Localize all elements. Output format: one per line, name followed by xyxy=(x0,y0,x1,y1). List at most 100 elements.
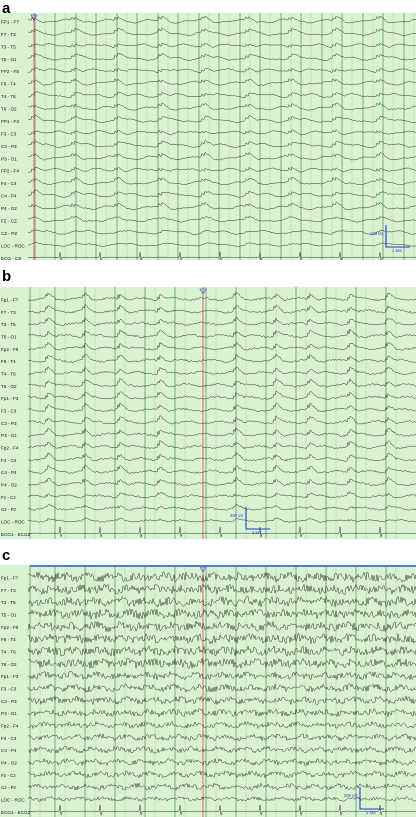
channel-label: P4 - O2 xyxy=(1,206,17,211)
channel-label: LOC - ROC xyxy=(1,243,25,248)
channel-label: FZ - CZ xyxy=(1,218,17,223)
channel-label: ECG1 - ECG2 xyxy=(1,810,31,815)
channel-trace xyxy=(27,304,416,314)
channel-label: F4 - C4 xyxy=(1,458,17,463)
eeg-chart-c: Fp1 - F7 F7 - T3 T3 - T5 T5 - O1 Fp2 - F8 F8 … xyxy=(1,565,416,817)
channel-label: T5 - O1 xyxy=(1,334,17,339)
channel-trace xyxy=(27,476,416,487)
channel-label: T4 - T6 xyxy=(1,94,16,99)
channel-trace xyxy=(27,745,416,754)
channel-label: FP1 - F7 xyxy=(1,20,19,25)
channel-trace xyxy=(27,804,416,816)
channel-label: P3 - O1 xyxy=(1,711,17,716)
eeg-panel-b: Fp1 - F7 F7 - T3 T3 - T5 T5 - O1 Fp2 - F8 F8 … xyxy=(0,287,416,539)
channel-trace xyxy=(27,427,416,438)
channel-label: C3 - P3 xyxy=(1,421,17,426)
channel-label: Fp1 - F3 xyxy=(1,674,19,679)
channel-label: Fp2 - F8 xyxy=(1,347,19,352)
channel-label: F8 - T4 xyxy=(1,637,16,642)
channel-trace xyxy=(27,683,416,693)
channel-trace xyxy=(27,632,416,645)
channel-trace xyxy=(27,595,416,608)
channel-trace xyxy=(27,782,416,791)
channel-trace xyxy=(27,608,416,620)
scale-time-label: 1 sec xyxy=(252,530,262,535)
channel-trace xyxy=(27,377,416,388)
channel-trace xyxy=(27,316,416,326)
channel-trace xyxy=(27,390,416,400)
channel-trace xyxy=(27,504,416,511)
scale-amplitude-label: 200 uV xyxy=(344,793,357,798)
channel-trace xyxy=(27,695,416,706)
channel-label: Fp1 - F7 xyxy=(1,298,19,303)
channel-label: F3 - C3 xyxy=(1,408,17,413)
channel-trace xyxy=(27,451,416,462)
channel-label: C4 - P4 xyxy=(1,748,17,753)
channel-trace xyxy=(27,517,416,523)
channel-label: FP2 - F8 xyxy=(1,69,19,74)
channel-label: Fp2 - F8 xyxy=(1,625,19,630)
channel-label: LOC - ROC xyxy=(1,797,25,802)
channel-trace xyxy=(27,645,416,657)
channel-label: T4 - T6 xyxy=(1,371,16,376)
eeg-chart-a: FP1 - F7 F7 - T3 T3 - T5 T5 - O1 FP2 - F8 F8 … xyxy=(1,13,416,260)
channel-label: F8 - T4 xyxy=(1,82,16,87)
channel-label: F7 - T3 xyxy=(1,310,16,315)
channel-label: Fp1 - F3 xyxy=(1,396,19,401)
channel-trace xyxy=(27,464,416,474)
scale-bar xyxy=(245,507,270,530)
channel-trace xyxy=(27,402,416,413)
channel-label: T6 - O2 xyxy=(1,662,17,667)
channel-trace xyxy=(27,670,416,681)
channel-label: FP2 - F4 xyxy=(1,169,19,174)
scale-amplitude-label: 200 uV xyxy=(230,513,243,518)
channel-label: ECG - C8 xyxy=(1,256,21,260)
channel-label: Fz - Cz xyxy=(1,773,17,778)
channel-trace xyxy=(27,620,416,632)
channel-label: Fz - Cz xyxy=(1,495,17,500)
channel-trace xyxy=(27,796,416,802)
channel-trace xyxy=(27,291,416,302)
channel-label: T6 - O2 xyxy=(1,384,17,389)
channel-trace xyxy=(27,353,416,363)
channel-label: C4 - P4 xyxy=(1,194,17,199)
panel-c-label: c xyxy=(2,547,11,564)
channel-trace xyxy=(27,707,416,718)
channel-trace xyxy=(27,571,416,583)
channel-label: F8 - T4 xyxy=(1,359,16,364)
eeg-chart-b: Fp1 - F7 F7 - T3 T3 - T5 T5 - O1 Fp2 - F8 F8 … xyxy=(1,287,416,539)
channel-label: Fp2 - F4 xyxy=(1,723,19,728)
channel-trace xyxy=(27,341,416,351)
channel-label: P4 - O2 xyxy=(1,760,17,765)
channel-label: FP1 - F3 xyxy=(1,119,19,124)
channel-trace xyxy=(27,770,416,779)
channel-label: F4 - C4 xyxy=(1,181,17,186)
channel-label: C3 - P3 xyxy=(1,144,17,149)
channel-label: CZ - PZ xyxy=(1,231,17,236)
channel-label: P3 - O1 xyxy=(1,433,17,438)
channel-trace xyxy=(27,720,416,730)
channel-trace xyxy=(27,757,416,767)
channel-label: F7 - T3 xyxy=(1,32,16,37)
channel-label: F3 - C3 xyxy=(1,686,17,691)
channel-label: Fp1 - F7 xyxy=(1,576,19,581)
eeg-panel-c: Fp1 - F7 F7 - T3 T3 - T5 T5 - O1 Fp2 - F8 F8 … xyxy=(0,565,416,817)
channel-trace xyxy=(27,415,416,425)
channel-label: T3 - T5 xyxy=(1,44,16,49)
channel-label: Cz - Pz xyxy=(1,507,17,512)
channel-label: C3 - P3 xyxy=(1,699,17,704)
channel-trace xyxy=(27,733,416,742)
channel-label: T4 - T6 xyxy=(1,649,16,654)
channel-label: C4 - P4 xyxy=(1,470,17,475)
channel-label: T5 - O1 xyxy=(1,57,17,62)
channel-label: Fp2 - F4 xyxy=(1,445,19,450)
channel-trace xyxy=(27,657,416,669)
channel-label: P3 - O1 xyxy=(1,156,17,161)
scale-time-label: 1 sec xyxy=(392,248,402,253)
channel-label: T3 - T5 xyxy=(1,600,16,605)
panel-b-label: b xyxy=(2,268,12,285)
channel-trace xyxy=(27,328,416,339)
channel-label: F3 - C3 xyxy=(1,131,17,136)
channel-trace xyxy=(27,526,416,538)
channel-label: F7 - T3 xyxy=(1,588,16,593)
